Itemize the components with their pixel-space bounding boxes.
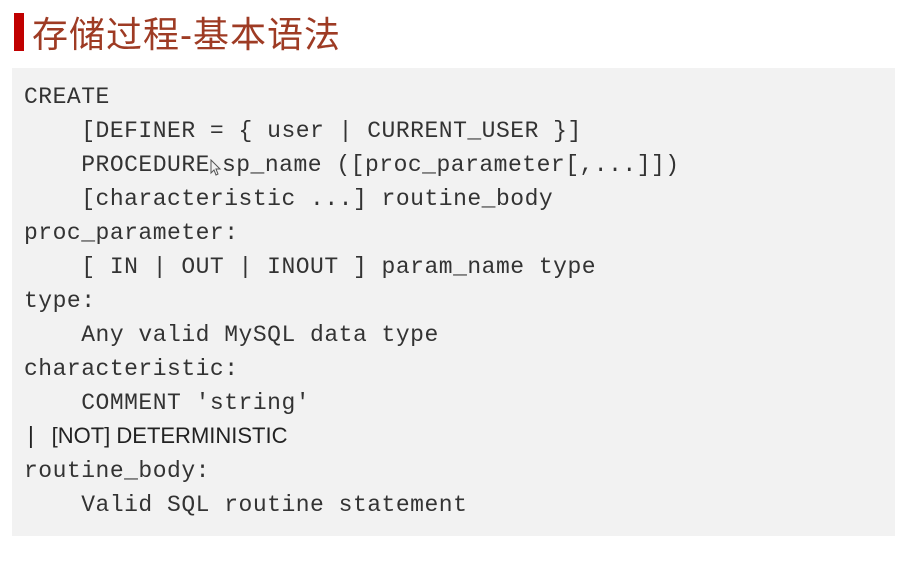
code-line-13: routine_body: (24, 454, 883, 488)
code-line-3b: sp_name ([proc_parameter[,...]]) (222, 152, 680, 178)
code-line-7: [ IN | OUT | INOUT ] param_name type (24, 250, 883, 284)
not-deterministic-text: [NOT] DETERMINISTIC (52, 423, 288, 448)
code-line-9: Any valid MySQL data type (24, 318, 883, 352)
code-line-3a: PROCEDURE (24, 152, 210, 178)
slide-header: 存储过程-基本语法 (0, 0, 907, 68)
mouse-cursor-icon (209, 154, 223, 172)
code-line-10: characteristic: (24, 352, 883, 386)
code-line-12: | [NOT] DETERMINISTIC (24, 420, 883, 454)
header-accent-bar (14, 13, 24, 51)
code-line-14: Valid SQL routine statement (24, 488, 883, 522)
code-pipe: | (24, 424, 52, 450)
code-line-4: [characteristic ...] routine_body (24, 182, 883, 216)
slide-title: 存储过程-基本语法 (32, 6, 341, 58)
code-line-1: CREATE (24, 80, 883, 114)
code-line-2: [DEFINER = { user | CURRENT_USER }] (24, 114, 883, 148)
code-line-6: proc_parameter: (24, 216, 883, 250)
code-block: CREATE [DEFINER = { user | CURRENT_USER … (12, 68, 895, 536)
code-line-8: type: (24, 284, 883, 318)
code-line-11: COMMENT 'string' (24, 386, 883, 420)
code-line-3: PROCEDURE sp_name ([proc_parameter[,...]]… (24, 148, 883, 182)
